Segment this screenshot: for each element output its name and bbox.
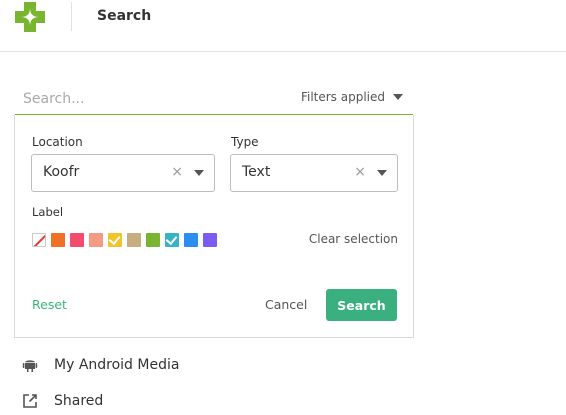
place-label: Shared: [54, 393, 104, 409]
location-clear-icon[interactable]: ×: [171, 164, 183, 180]
location-value: Koofr: [43, 164, 80, 180]
label-swatch-purple[interactable]: [203, 233, 217, 247]
page-title: Search: [97, 8, 152, 24]
caret-down-icon: [393, 94, 403, 100]
filters-applied-toggle[interactable]: Filters applied: [301, 90, 403, 104]
label-color-swatches: [32, 232, 217, 247]
search-input[interactable]: [23, 88, 243, 110]
android-icon: [22, 360, 38, 372]
top-header: Search: [0, 0, 566, 52]
place-item-android-media[interactable]: My Android Media: [22, 357, 179, 373]
label-swatch-none[interactable]: [32, 233, 46, 247]
cancel-button[interactable]: Cancel: [265, 297, 307, 312]
label-swatch-green[interactable]: [146, 233, 160, 247]
location-label: Location: [32, 135, 83, 149]
filters-applied-label: Filters applied: [300, 90, 385, 104]
share-icon: [23, 394, 37, 408]
label-swatch-yellow[interactable]: [108, 232, 122, 247]
type-chevron-down-icon[interactable]: [377, 170, 387, 176]
label-swatch-tan[interactable]: [127, 233, 141, 247]
label-heading: Label: [32, 205, 64, 219]
search-bar: Filters applied: [15, 84, 413, 116]
location-select[interactable]: Koofr ×: [31, 154, 215, 192]
label-swatch-pink[interactable]: [70, 233, 84, 247]
place-item-shared[interactable]: Shared: [22, 393, 103, 409]
place-label: My Android Media: [54, 357, 180, 373]
clear-selection-link[interactable]: Clear selection: [309, 232, 398, 246]
label-swatch-salmon[interactable]: [89, 233, 103, 247]
type-clear-icon[interactable]: ×: [354, 164, 366, 180]
type-value: Text: [242, 164, 271, 180]
search-button[interactable]: Search: [326, 289, 397, 321]
location-chevron-down-icon[interactable]: [194, 170, 204, 176]
label-swatch-blue[interactable]: [184, 233, 198, 247]
label-swatch-teal[interactable]: [165, 232, 179, 247]
type-label: Type: [231, 135, 259, 149]
label-swatch-orange[interactable]: [51, 233, 65, 247]
koofr-logo-icon[interactable]: [15, 2, 45, 32]
checkmark-icon: [108, 232, 121, 246]
checkmark-icon: [165, 232, 178, 246]
reset-button[interactable]: Reset: [32, 297, 67, 312]
type-select[interactable]: Text ×: [230, 154, 398, 192]
header-divider: [71, 2, 72, 31]
filters-panel: Location Koofr × Type Text × Label Clear…: [14, 115, 414, 338]
no-label-slash-icon: [33, 234, 45, 246]
